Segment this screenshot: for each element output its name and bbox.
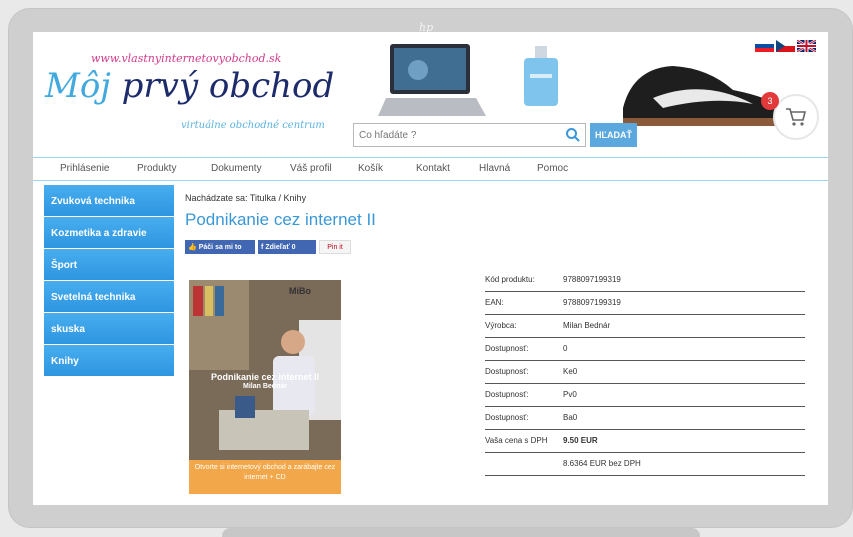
detail-label: Výrobca: <box>485 314 563 338</box>
nav-item-documents[interactable]: Dokumenty <box>211 163 262 174</box>
breadcrumb: Nachádzate sa: Titulka / Knihy <box>185 193 307 203</box>
logo-url: www.vlastnyinternetovyobchod.sk <box>91 52 282 65</box>
nav-item-profile[interactable]: Váš profil <box>290 163 332 174</box>
detail-value: Pv0 <box>563 383 805 407</box>
price-value: 9.50 EUR <box>563 429 805 453</box>
product-cover-image[interactable]: MiBo Podnikanie cez internet II Milan Be… <box>189 280 341 494</box>
sidebar-item-lighting[interactable]: Svetelná technika <box>44 281 174 312</box>
search-input[interactable] <box>359 128 559 143</box>
cart-icon <box>786 108 807 126</box>
detail-label: Dostupnosť: <box>485 337 563 361</box>
table-row: 8.6364 EUR bez DPH <box>485 452 805 476</box>
detail-value: Ke0 <box>563 360 805 384</box>
nav-item-contact[interactable]: Kontakt <box>416 163 450 174</box>
table-row: Dostupnosť: 0 <box>485 337 805 361</box>
slovak-flag-icon[interactable] <box>755 40 774 52</box>
price-label: Vaša cena s DPH <box>485 429 563 453</box>
detail-value: 9788097199319 <box>563 291 805 315</box>
price-no-vat: 8.6364 EUR bez DPH <box>563 452 805 476</box>
cover-title: Podnikanie cez internet II <box>210 372 320 382</box>
detail-label: Dostupnosť: <box>485 406 563 430</box>
promo-perfume-image <box>524 46 558 106</box>
product-details-table: Kód produktu: 9788097199319 EAN: 9788097… <box>485 268 805 476</box>
table-row: EAN: 9788097199319 <box>485 291 805 315</box>
table-row: Výrobca: Milan Bednár <box>485 314 805 338</box>
cover-brand: MiBo <box>289 286 311 296</box>
category-sidebar: Zvuková technika Kozmetika a zdravie Špo… <box>44 185 174 377</box>
nav-item-home[interactable]: Hlavná <box>479 163 510 174</box>
detail-value: 0 <box>563 337 805 361</box>
social-buttons: 👍 Páči sa mi to f Zdieľať 0 Pin it <box>185 240 351 254</box>
empty-cell <box>485 452 563 476</box>
logo-part1: Môj <box>45 66 111 106</box>
table-row: Dostupnosť: Ba0 <box>485 406 805 430</box>
main-nav: Prihlásenie Produkty Dokumenty Váš profi… <box>33 157 828 181</box>
logo-part2: prvý obchod <box>110 66 335 106</box>
table-row: Dostupnosť: Ke0 <box>485 360 805 384</box>
pinterest-button[interactable]: Pin it <box>319 240 351 254</box>
search-icon[interactable] <box>565 127 581 143</box>
search-box <box>353 123 586 147</box>
detail-label: Kód produktu: <box>485 268 563 292</box>
uk-flag-icon[interactable] <box>797 40 816 52</box>
sidebar-item-skuska[interactable]: skuska <box>44 313 174 344</box>
nav-item-login[interactable]: Prihlásenie <box>60 163 109 174</box>
laptop-screen: www.vlastnyinternetovyobchod.sk Môj prvý… <box>33 32 828 505</box>
detail-label: EAN: <box>485 291 563 315</box>
table-row: Vaša cena s DPH 9.50 EUR <box>485 429 805 453</box>
thumbs-up-icon: 👍 <box>188 244 197 251</box>
table-row: Dostupnosť: Pv0 <box>485 383 805 407</box>
czech-flag-icon[interactable] <box>776 40 795 52</box>
detail-label: Dostupnosť: <box>485 360 563 384</box>
language-flags <box>755 40 816 52</box>
facebook-like-button[interactable]: 👍 Páči sa mi to <box>185 240 255 254</box>
page-title: Podnikanie cez internet II <box>185 210 376 229</box>
detail-value: Milan Bednár <box>563 314 805 338</box>
promo-laptop-image <box>378 44 486 116</box>
sidebar-item-audio[interactable]: Zvuková technika <box>44 185 174 216</box>
facebook-icon: f <box>261 243 264 251</box>
facebook-share-button[interactable]: f Zdieľať 0 <box>258 240 316 254</box>
cover-author: Milan Bednár <box>243 383 287 390</box>
cart-count-badge: 3 <box>761 92 779 110</box>
sidebar-item-books[interactable]: Knihy <box>44 345 174 376</box>
site-logo[interactable]: Môj prvý obchod <box>45 66 334 106</box>
detail-label: Dostupnosť: <box>485 383 563 407</box>
facebook-like-label: Páči sa mi to <box>198 243 242 251</box>
nav-item-products[interactable]: Produkty <box>137 163 176 174</box>
nav-item-cart[interactable]: Košík <box>358 163 383 174</box>
nav-item-help[interactable]: Pomoc <box>537 163 568 174</box>
sidebar-item-sport[interactable]: Šport <box>44 249 174 280</box>
logo-tagline: virtuálne obchodné centrum <box>181 120 325 131</box>
sidebar-item-cosmetics[interactable]: Kozmetika a zdravie <box>44 217 174 248</box>
search-button[interactable]: HĽADAŤ <box>590 123 637 147</box>
cover-tagline: Otvorte si internetový obchod a zarábajt… <box>194 464 336 481</box>
table-row: Kód produktu: 9788097199319 <box>485 268 805 292</box>
detail-value: Ba0 <box>563 406 805 430</box>
laptop-base <box>222 528 700 537</box>
facebook-share-label: Zdieľať 0 <box>265 243 296 251</box>
detail-value: 9788097199319 <box>563 268 805 292</box>
cart-button[interactable] <box>773 94 819 140</box>
